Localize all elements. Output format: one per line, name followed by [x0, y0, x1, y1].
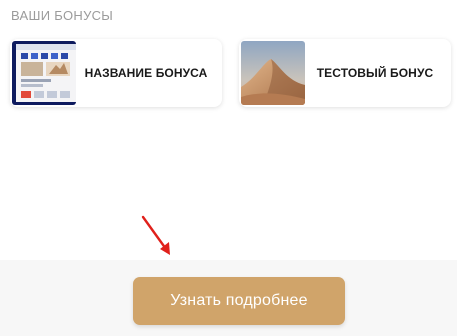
bonus-card[interactable]: НАЗВАНИЕ БОНУСА — [10, 39, 222, 107]
bonus-title: ТЕСТОВЫЙ БОНУС — [316, 66, 434, 80]
bonus-title: НАЗВАНИЕ БОНУСА — [84, 66, 208, 80]
website-screenshot-thumbnail — [12, 41, 76, 105]
section-title: ВАШИ БОНУСЫ — [11, 8, 114, 23]
bonus-thumbnail — [12, 41, 76, 105]
desert-dunes-thumbnail — [241, 41, 305, 105]
bonus-thumbnail — [241, 41, 305, 105]
red-arrow-icon — [141, 215, 170, 255]
page: ВАШИ БОНУСЫ НАЗВАНИЕ БОНУСА ТЕСТОВЫЙ БОН… — [0, 0, 457, 336]
learn-more-button[interactable]: Узнать подробнее — [133, 277, 345, 325]
bonus-card[interactable]: ТЕСТОВЫЙ БОНУС — [239, 39, 451, 107]
